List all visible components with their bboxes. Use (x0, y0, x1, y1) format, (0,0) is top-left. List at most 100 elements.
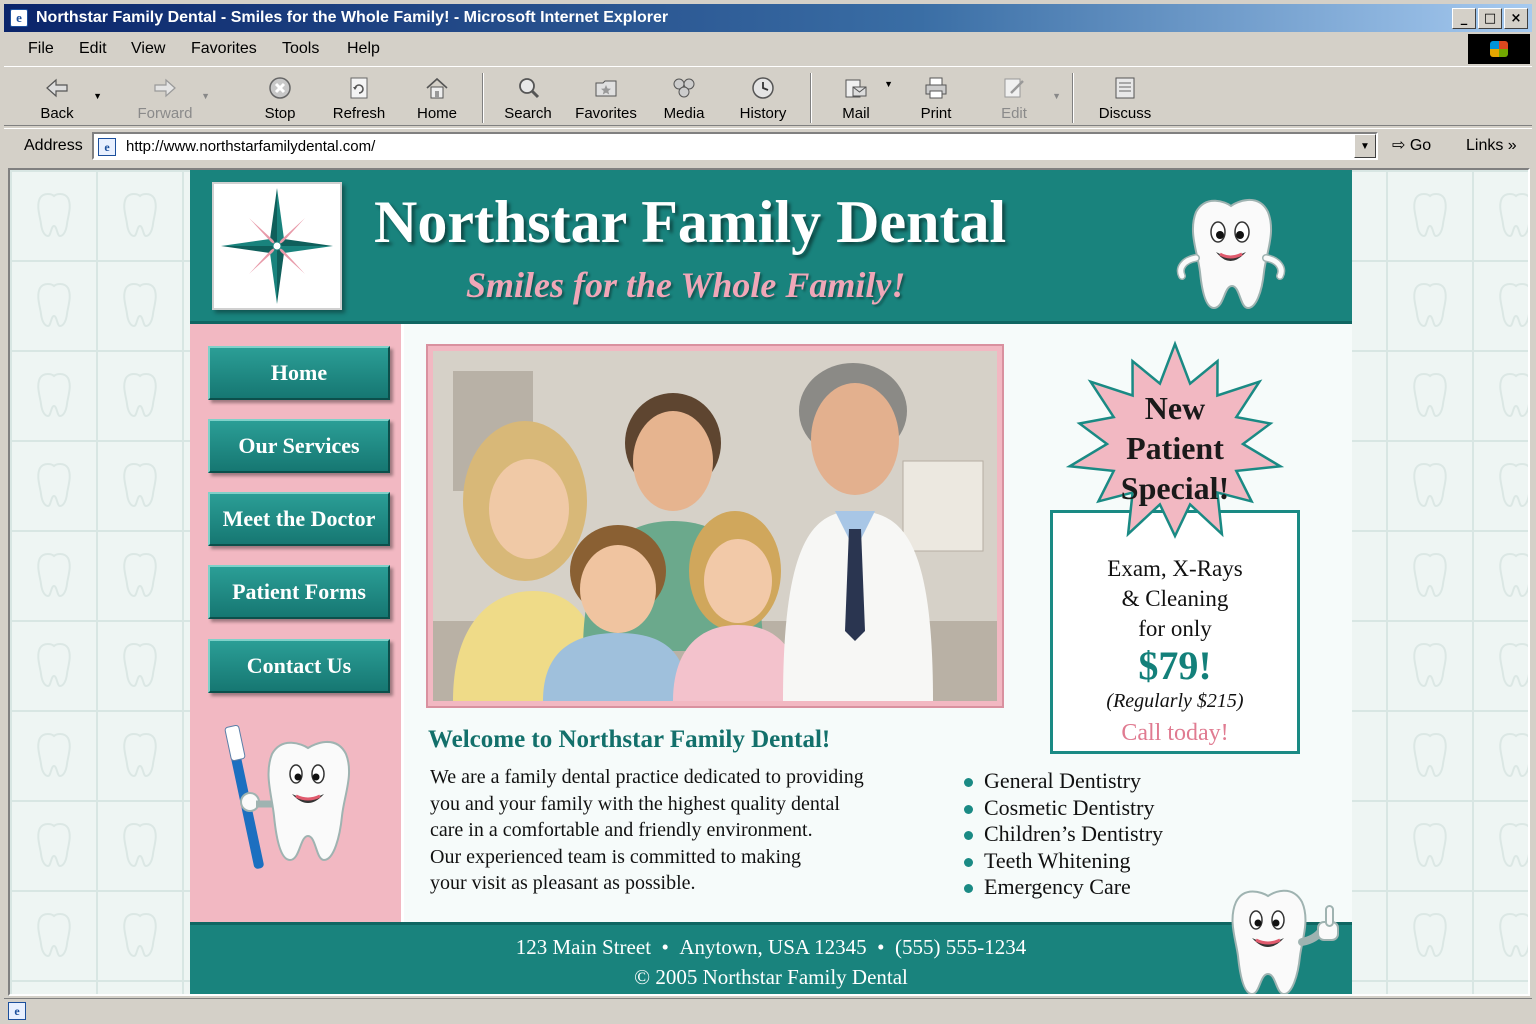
tooth-watermark-icon (1413, 733, 1447, 778)
call-today-link[interactable]: Call today! (1050, 720, 1300, 747)
tooth-watermark-icon (123, 913, 157, 958)
welcome-line: your visit as pleasant as possible. (430, 872, 696, 894)
status-page-icon: e (8, 1002, 26, 1020)
tooth-watermark-icon (1499, 463, 1528, 508)
nav-meet-the-doctor[interactable]: Meet the Doctor (208, 492, 390, 546)
compass-star-icon (221, 188, 333, 304)
home-button[interactable]: Home (402, 69, 472, 125)
tooth-watermark-icon (1499, 913, 1528, 958)
nav-our-services[interactable]: Our Services (208, 419, 390, 473)
menu-favorites[interactable]: Favorites (191, 40, 257, 58)
address-label: Address (24, 137, 83, 154)
favorites-button[interactable]: Favorites (571, 69, 641, 125)
new-patient-special[interactable]: New Patient Special! Exam, X-Rays & Clea… (1030, 334, 1320, 764)
address-dropdown-button[interactable]: ▼ (1354, 134, 1376, 158)
menu-tools[interactable]: Tools (282, 40, 319, 58)
burst-line-new: New (1144, 390, 1206, 426)
maximize-button[interactable]: □ (1478, 8, 1502, 29)
back-arrow-icon (46, 78, 68, 98)
site-header: Northstar Family Dental Smiles for the W… (190, 170, 1352, 324)
tooth-watermark-icon (123, 193, 157, 238)
edit-dropdown-icon[interactable]: ▼ (1052, 91, 1061, 101)
discuss-button[interactable]: Discuss (1090, 69, 1160, 125)
address-url[interactable]: http://www.northstarfamilydental.com/ (126, 138, 375, 155)
tooth-watermark-icon (37, 553, 71, 598)
tooth-watermark-icon (37, 463, 71, 508)
minimize-button[interactable]: _ (1452, 8, 1476, 29)
edit-button[interactable]: Edit ▼ (979, 69, 1061, 125)
tooth-watermark-icon (37, 283, 71, 328)
tooth-mascot-waving-icon (1176, 199, 1286, 310)
compass-star-logo[interactable] (212, 182, 342, 310)
welcome-line: you and your family with the highest qua… (430, 792, 840, 815)
title-bar: e Northstar Family Dental - Smiles for t… (4, 4, 1532, 32)
bullet-icon (964, 857, 973, 867)
window-title: Northstar Family Dental - Smiles for the… (36, 9, 669, 26)
tooth-watermark-icon (123, 733, 157, 778)
nav-home[interactable]: Home (208, 346, 390, 400)
welcome-line: care in a comfortable and friendly envir… (430, 819, 813, 841)
welcome-line: Our experienced team is committed to mak… (430, 845, 801, 868)
menu-help[interactable]: Help (347, 40, 380, 58)
tooth-watermark-icon (37, 823, 71, 868)
family-dentist-photo (433, 351, 997, 701)
print-button[interactable]: Print (901, 69, 971, 125)
address-input[interactable]: e http://www.northstarfamilydental.com/ … (92, 132, 1378, 160)
burst-line-patient: Patient (1126, 430, 1224, 466)
mail-dropdown-icon[interactable]: ▼ (884, 79, 893, 89)
site-title: Northstar Family Dental (374, 189, 1007, 255)
home-icon (426, 77, 448, 99)
footer-separator: • (877, 935, 885, 959)
mail-button[interactable]: Mail ▼ (821, 69, 893, 125)
menu-file[interactable]: File (28, 40, 54, 58)
offer-line: & Cleaning (1121, 586, 1229, 611)
discuss-icon (1115, 77, 1135, 99)
tooth-watermark-icon (123, 643, 157, 688)
tooth-watermark-icon (1413, 823, 1447, 868)
search-button[interactable]: Search (493, 69, 563, 125)
nav-patient-forms[interactable]: Patient Forms (208, 565, 390, 619)
close-button[interactable]: × (1504, 8, 1528, 29)
bullet-icon (964, 831, 973, 840)
services-list: General Dentistry Cosmetic Dentistry Chi… (960, 768, 1163, 901)
back-button[interactable]: Back ▼ (22, 69, 102, 125)
service-item: Emergency Care (960, 874, 1163, 901)
tooth-watermark-icon (123, 823, 157, 868)
footer-separator: • (661, 935, 669, 959)
printer-icon (925, 77, 947, 99)
tooth-watermark-icon (1413, 283, 1447, 328)
menu-edit[interactable]: Edit (79, 40, 107, 58)
back-dropdown-icon[interactable]: ▼ (93, 91, 102, 101)
media-button[interactable]: Media (649, 69, 719, 125)
windows-logo (1468, 34, 1530, 64)
forward-button[interactable]: Forward ▼ (130, 69, 210, 125)
stop-icon (269, 77, 291, 99)
footer-street: 123 Main Street (515, 935, 652, 959)
tooth-watermark-icon (37, 913, 71, 958)
tooth-watermark-icon (37, 643, 71, 688)
site-footer: 123 Main Street • Anytown, USA 12345 • (… (190, 922, 1352, 994)
forward-dropdown-icon[interactable]: ▼ (201, 91, 210, 101)
burst-line-special: Special! (1120, 470, 1230, 506)
links-button[interactable]: Links » (1466, 137, 1517, 155)
menu-view[interactable]: View (131, 40, 165, 58)
stop-button[interactable]: Stop (245, 69, 315, 125)
welcome-paragraph: We are a family dental practice dedicate… (430, 764, 930, 897)
browser-window: e Northstar Family Dental - Smiles for t… (0, 0, 1536, 1024)
status-bar: e (4, 998, 1532, 1022)
service-item: Children’s Dentistry (960, 821, 1163, 848)
nav-contact-us[interactable]: Contact Us (208, 639, 390, 693)
go-button[interactable]: ⇨ Go (1392, 135, 1431, 155)
tooth-watermark-icon (1499, 733, 1528, 778)
history-icon (752, 77, 774, 99)
offer-line: for only (1138, 616, 1212, 641)
tooth-watermark-icon (37, 733, 71, 778)
tooth-watermark-icon (1499, 643, 1528, 688)
web-page: Northstar Family Dental Smiles for the W… (190, 170, 1352, 994)
toolbar: Back ▼ Forward ▼ Stop Refresh Home Searc… (4, 66, 1532, 126)
refresh-button[interactable]: Refresh (324, 69, 394, 125)
mail-icon (845, 79, 867, 98)
service-item: Cosmetic Dentistry (960, 795, 1163, 822)
edit-page-icon (1004, 78, 1024, 98)
history-button[interactable]: History (728, 69, 798, 125)
